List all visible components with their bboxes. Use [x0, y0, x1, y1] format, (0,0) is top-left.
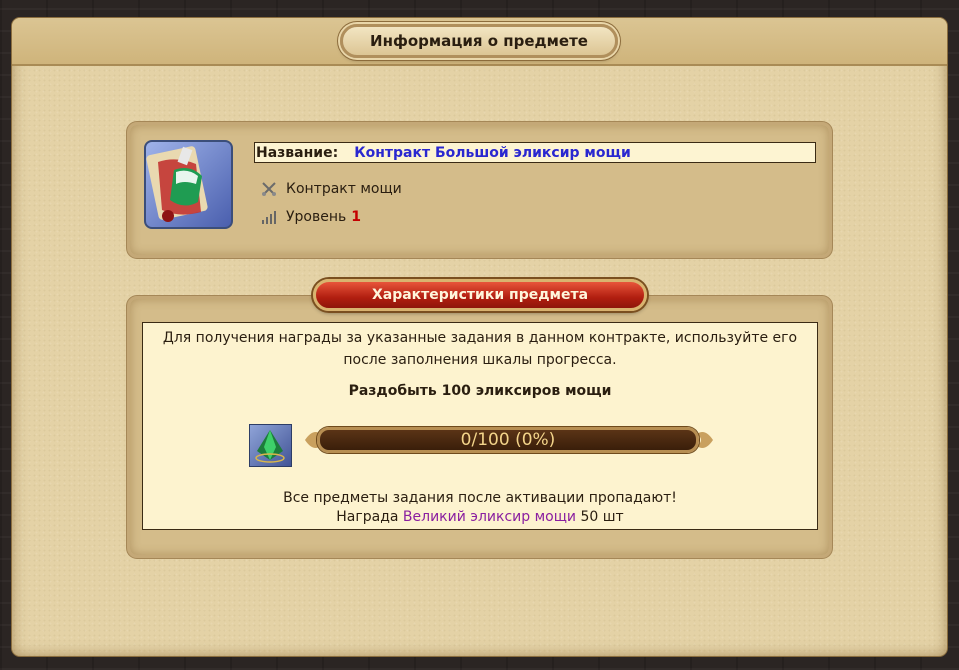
stats-footer: Все предметы задания после активации про… — [143, 489, 817, 527]
progress-bar: 0/100 (0%) — [317, 427, 699, 453]
crossed-swords-icon — [262, 182, 276, 196]
reward-line: Награда Великий эликсир мощи 50 шт — [143, 508, 817, 527]
description-line-2: после заполнения шкалы прогресса. — [343, 352, 617, 368]
item-type-label: Контракт мощи — [286, 181, 402, 197]
reward-prefix: Награда — [336, 509, 399, 525]
stats-box: Для получения награды за указанные задан… — [142, 322, 818, 530]
task-title: Раздобыть 100 эликсиров мощи — [348, 383, 612, 399]
level-bars-icon — [262, 211, 276, 224]
progress-text: 0/100 (0%) — [460, 430, 556, 450]
item-panel: Название: Контракт Большой эликсир мощи … — [127, 122, 832, 258]
item-level-label: Уровень — [286, 209, 347, 225]
item-name-label: Название: — [256, 144, 339, 161]
stats-header: Характеристики предмета — [313, 279, 647, 311]
activation-note: Все предметы задания после активации про… — [283, 490, 677, 506]
progress-bar-wrap: 0/100 (0%) — [303, 422, 715, 458]
stats-description: Для получения награды за указанные задан… — [143, 327, 817, 371]
description-line-1: Для получения награды за указанные задан… — [162, 330, 798, 346]
item-level-row: Уровень 1 — [261, 209, 361, 225]
stats-panel: Для получения награды за указанные задан… — [127, 296, 832, 558]
item-info-window: Информация о предмете Название: Контракт… — [12, 18, 947, 656]
reward-name-link[interactable]: Великий эликсир мощи — [403, 509, 576, 525]
item-level-value: 1 — [351, 209, 362, 225]
item-name-value[interactable]: Контракт Большой эликсир мощи — [354, 145, 631, 161]
item-type-row: Контракт мощи — [261, 181, 402, 197]
reward-suffix: 50 шт — [580, 509, 624, 525]
green-crystal-icon — [249, 424, 292, 467]
item-name-box: Название: Контракт Большой эликсир мощи — [254, 142, 816, 163]
window-title: Информация о предмете — [340, 24, 618, 58]
contract-elixir-icon — [144, 140, 233, 229]
